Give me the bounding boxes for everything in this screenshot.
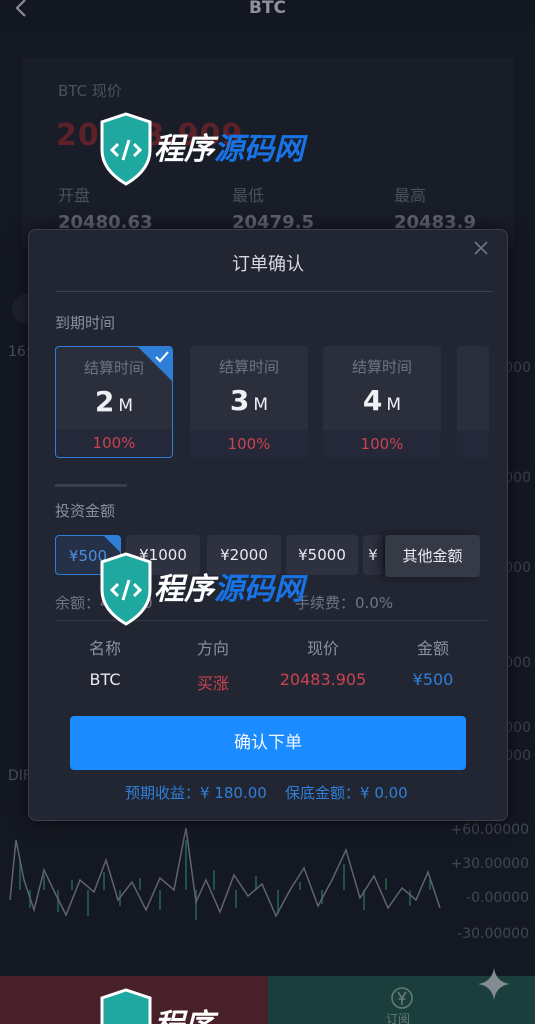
amount-option-partial[interactable]: ¥ <box>363 535 383 575</box>
check-icon <box>155 351 169 363</box>
modal-title: 订单确认 <box>232 254 304 275</box>
summary-name: BTC <box>89 670 121 689</box>
divider <box>55 291 493 292</box>
expiry-label: 到期时间 <box>55 314 116 332</box>
header-amount: 金额 <box>416 639 449 658</box>
guaranteed-amount: 保底金额：¥ 0.00 <box>285 784 408 802</box>
amount-option-5000[interactable]: ¥5000 <box>286 535 358 575</box>
time-option-rate <box>457 430 489 458</box>
amount-option-500[interactable]: ¥500 <box>55 535 121 575</box>
amount-label: 投资金额 <box>55 502 116 520</box>
header-name: 名称 <box>88 639 121 658</box>
time-option-4m[interactable]: 结算时间 4M 100% <box>323 346 441 458</box>
header-price: 现价 <box>306 639 339 658</box>
balance: 余额：499.00 <box>55 594 153 612</box>
header-direction: 方向 <box>196 639 229 658</box>
time-option-label: 结算时间 <box>351 358 412 376</box>
time-option-2m[interactable]: 结算时间 2M 100% <box>55 346 173 458</box>
summary-amount: ¥500 <box>412 670 454 689</box>
fee: 手续费：0.0% <box>295 594 394 612</box>
summary-direction: 买涨 <box>196 674 229 693</box>
time-option-value: 4M <box>362 384 402 417</box>
amount-option-1000[interactable]: ¥1000 <box>126 535 200 575</box>
tab-underline <box>55 484 127 487</box>
time-option-partial[interactable] <box>457 346 489 458</box>
expected-profit: 预期收益：¥ 180.00 <box>125 784 267 802</box>
other-amount-button[interactable]: 其他金额 <box>385 535 480 577</box>
time-option-value: 2M <box>94 385 134 418</box>
time-option-rate: 100% <box>56 429 172 457</box>
summary-price: 20483.905 <box>279 670 367 689</box>
time-option-rate: 100% <box>323 430 441 458</box>
time-option-3m[interactable]: 结算时间 3M 100% <box>190 346 308 458</box>
order-confirm-modal: 订单确认 到期时间 结算时间 2M 100% 结算时间 3M 100% 结算时间… <box>28 229 508 821</box>
time-option-label: 结算时间 <box>218 358 279 376</box>
divider <box>55 620 487 621</box>
time-option-rate: 100% <box>190 430 308 458</box>
time-option-value: 3M <box>229 384 269 417</box>
close-icon[interactable] <box>473 240 489 256</box>
selected-corner <box>104 536 120 552</box>
confirm-order-button[interactable]: 确认下单 <box>70 716 466 770</box>
amount-option-2000[interactable]: ¥2000 <box>207 535 281 575</box>
